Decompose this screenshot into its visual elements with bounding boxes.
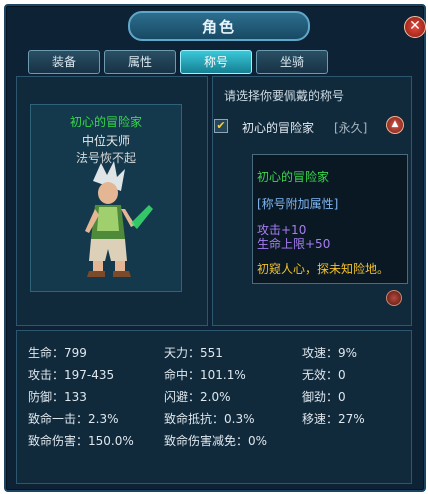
window-title: 角色 <box>201 18 236 36</box>
checkmark-icon: ✔ <box>216 119 226 132</box>
title-item-label: 初心的冒险家 <box>242 121 315 135</box>
close-button[interactable]: ✕ <box>404 16 426 38</box>
stat-hp: 生命：799 <box>28 346 87 360</box>
stat-resilience: 御劲：0 <box>302 390 346 404</box>
stat-nullify: 无效：0 <box>302 368 346 382</box>
title-list-item[interactable]: ✔ 初心的冒险家 [永久] ▲ <box>214 116 404 136</box>
title-tooltip: 初心的冒险家 [称号附加属性] 攻击+10 生命上限+50 初窥人心，探未知险地… <box>252 154 408 284</box>
tab-titles[interactable]: 称号 <box>180 50 252 74</box>
title-item-duration: [永久] <box>334 121 368 135</box>
window-title-bar: 角色 <box>128 11 310 41</box>
tab-attributes[interactable]: 属性 <box>104 50 176 74</box>
title-checkbox[interactable]: ✔ <box>214 119 228 133</box>
tooltip-title-name: 初心的冒险家 <box>257 170 330 184</box>
stat-dodge: 闪避：2.0% <box>164 390 231 404</box>
stat-accuracy: 命中：101.1% <box>164 368 246 382</box>
stat-crit-damage-reduction: 致命伤害减免：0% <box>164 434 268 448</box>
stat-crit-damage: 致命伤害：150.0% <box>28 434 134 448</box>
stat-sky-power: 天力：551 <box>164 346 223 360</box>
titles-instruction: 请选择你要佩戴的称号 <box>224 89 345 103</box>
scroll-down-button[interactable] <box>386 290 402 306</box>
tooltip-attributes-heading: [称号附加属性] <box>257 197 339 211</box>
stat-attack: 攻击：197-435 <box>28 368 115 382</box>
stat-move-speed: 移速：27% <box>302 412 365 426</box>
stat-attack-speed: 攻速：9% <box>302 346 358 360</box>
character-card: 初心的冒险家 中位天师 法号恢不起 <box>30 104 182 292</box>
tab-mount[interactable]: 坐骑 <box>256 50 328 74</box>
scroll-up-button[interactable]: ▲ <box>386 116 404 134</box>
stat-defense: 防御：133 <box>28 390 87 404</box>
stat-crit-resist: 致命抵抗：0.3% <box>164 412 255 426</box>
stat-crit-rate: 致命一击：2.3% <box>28 412 119 426</box>
tooltip-attribute-hp: 生命上限+50 <box>257 237 331 251</box>
character-model <box>85 161 153 277</box>
chevron-up-icon: ▲ <box>391 119 399 129</box>
tab-equipment[interactable]: 装备 <box>28 50 100 74</box>
close-icon: ✕ <box>409 18 421 34</box>
tooltip-description: 初窥人心，探未知险地。 <box>257 262 390 276</box>
